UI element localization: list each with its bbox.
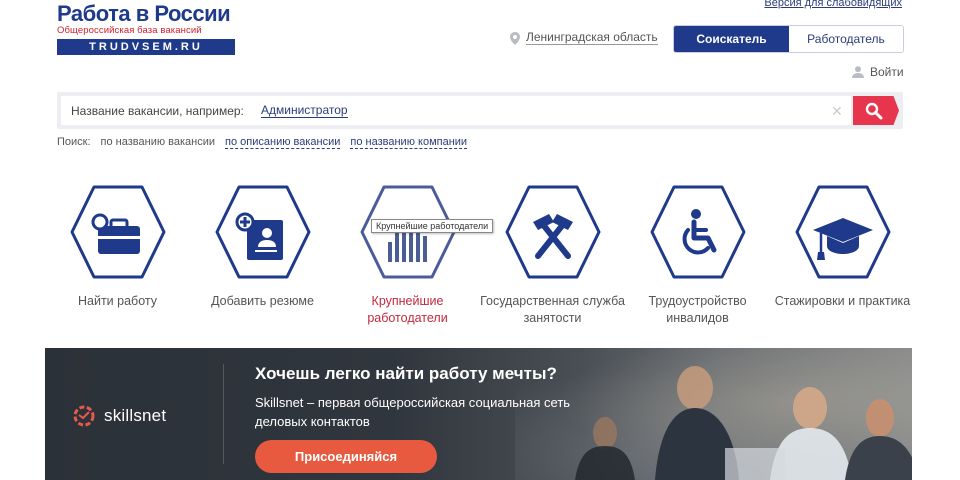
banner-title: Хочешь легко найти работу мечты? [255,364,557,383]
banner-text: Skillsnet – первая общероссийская социал… [255,395,571,429]
category-label: Стажировки и практика [774,294,911,308]
wheelchair-icon [650,185,745,279]
role-applicant-button[interactable]: Соискатель [674,26,789,52]
category-label: Добавить резюме [211,294,314,308]
clear-icon[interactable]: ✕ [831,103,843,120]
category-add-resume[interactable]: Добавить резюме [190,184,335,310]
crossed-hammers-icon [505,185,600,279]
search-mode-description[interactable]: по описанию вакансии [225,136,341,149]
gear-icon [73,405,95,427]
user-icon [852,66,864,78]
category-label: Найти работу [78,294,157,308]
add-resume-icon [215,185,310,279]
role-switch: Соискатель Работодатель [673,25,904,53]
category-top-employers[interactable]: Крупнейшие работодатели [335,184,480,327]
banner-divider [223,364,224,464]
category-find-job[interactable]: Найти работу [45,184,190,310]
category-internships[interactable]: Стажировки и практика [770,184,915,310]
briefcase-search-icon [70,185,165,279]
search-placeholder: Название вакансии, например: [71,104,244,118]
category-label: Государственная служба занятости [480,294,625,325]
search-button[interactable] [853,96,899,125]
skillsnet-brand: skillsnet [104,406,167,425]
logo-domain: TRUDVSEM.RU [57,39,235,55]
search-mode-title[interactable]: по названию вакансии [101,136,215,149]
skillsnet-banner[interactable]: skillsnet Хочешь легко найти работу мечт… [45,348,912,480]
search-mode-company[interactable]: по названию компании [350,136,468,149]
search-bar: Название вакансии, например: Администрат… [57,92,903,129]
skillsnet-logo: skillsnet [70,402,166,430]
location-pin-icon [510,31,520,45]
graduation-cap-icon [795,185,890,279]
login-link[interactable]: Войти [852,65,904,79]
search-modes: Поиск: по названию вакансии по описанию … [57,136,468,149]
category-label: Крупнейшие работодатели [367,294,448,325]
search-modes-label: Поиск: [57,136,91,148]
category-employment-service[interactable]: Государственная служба занятости [480,184,625,327]
search-example-link[interactable]: Администратор [261,104,348,118]
category-label: Трудоустройство инвалидов [648,294,747,325]
tooltip: Крупнейшие работодатели [371,219,494,233]
search-icon [865,102,883,120]
category-tiles: Найти работу Добавить резюме Крупнейшие … [45,184,915,334]
site-logo[interactable]: Работа в России Общероссийская база вака… [57,3,237,55]
category-disabled-employment[interactable]: Трудоустройство инвалидов [625,184,770,327]
search-input[interactable]: Название вакансии, например: Администрат… [61,96,851,125]
join-button[interactable]: Присоединяйся [255,440,437,473]
logo-title: Работа в России [57,1,231,26]
accessibility-version-link[interactable]: Версия для слабовидящих [764,0,902,9]
region-selector[interactable]: Ленинградская область [510,31,658,45]
role-employer-button[interactable]: Работодатель [789,26,903,52]
region-label: Ленинградская область [526,30,658,45]
logo-subtitle: Общероссийская база вакансий [57,25,202,36]
login-label: Войти [870,65,904,79]
